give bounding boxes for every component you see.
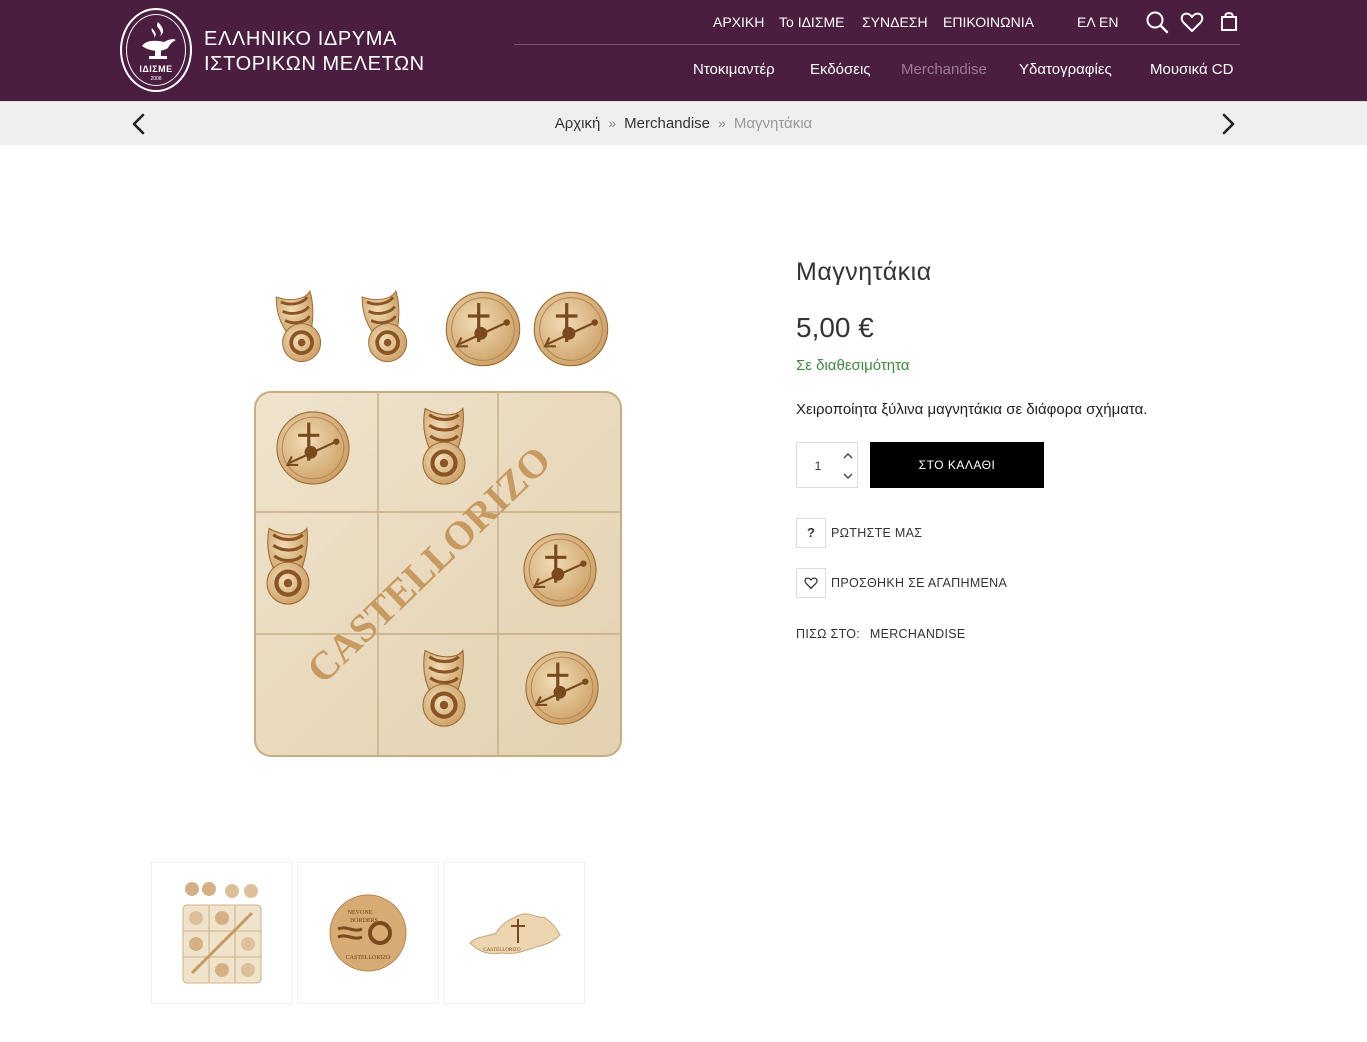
thumbnail-3[interactable]: CASTELLORIZO (443, 862, 585, 1004)
thumbnail-1[interactable] (151, 862, 293, 1004)
top-nav-contact[interactable]: ΕΠΙΚΟΙΝΩΝΙΑ (943, 14, 1034, 30)
breadcrumb-current: Μαγνητάκια (733, 115, 813, 132)
nav-merchandise[interactable]: Merchandise (901, 61, 987, 78)
nav-documentaries[interactable]: Ντοκιμαντέρ (693, 61, 775, 78)
thumbnail-board-image (182, 882, 262, 984)
thumbnail-island-magnet-image: CASTELLORIZO (469, 913, 561, 955)
back-label: ΠΙΣΩ ΣΤΟ: (796, 627, 861, 641)
breadcrumb-home[interactable]: Αρχική (555, 115, 601, 132)
lang-en[interactable]: EN (1099, 14, 1118, 30)
add-to-cart-button[interactable]: ΣΤΟ ΚΑΛΑΘΙ (870, 442, 1044, 488)
site-header: ΙΔΙΣΜΕ 2008 ΕΛΛΗΝΙΚΟ ΙΔΡΥΜΑ ΙΣΤΟΡΙΚΩΝ ΜΕ… (0, 0, 1367, 101)
stock-status: Σε διαθεσιμότητα (796, 357, 910, 374)
top-nav-login[interactable]: ΣΥΝΔΕΣΗ (862, 14, 928, 30)
product-main-image[interactable]: CASTELLORIZO (248, 270, 628, 762)
heart-icon[interactable] (1180, 10, 1204, 34)
nav-watercolors[interactable]: Υδατογραφίες (1019, 61, 1112, 78)
back-category-link[interactable]: MERCHANDISE (870, 627, 966, 641)
quantity-input[interactable]: 1 (797, 459, 839, 473)
nav-music-cd[interactable]: Μουσικά CD (1150, 61, 1233, 78)
breadcrumb-merchandise[interactable]: Merchandise (624, 115, 710, 132)
wishlist-heart-icon (796, 568, 826, 598)
breadcrumb-separator-icon: » (718, 115, 726, 131)
product-title: Μαγνητάκια (796, 258, 932, 286)
search-icon[interactable] (1145, 10, 1169, 34)
breadcrumb-separator-icon: » (608, 115, 617, 131)
ask-us-label: ΡΩΤΗΣΤΕ ΜΑΣ (831, 526, 923, 540)
chevron-down-icon[interactable] (841, 469, 855, 483)
lang-el[interactable]: ΕΛ (1077, 14, 1096, 30)
thumbnail-2-text-1: NEVONE (348, 910, 373, 916)
next-product-arrow-icon[interactable] (1218, 112, 1238, 136)
thumbnail-3-text: CASTELLORIZO (483, 948, 521, 953)
thumbnail-2-text-3: CASTELLORIZO (346, 955, 391, 961)
quantity-stepper[interactable]: 1 (796, 442, 858, 488)
product-price: 5,00 € (796, 312, 874, 343)
breadcrumb: Αρχική » Merchandise » Μαγνητάκια (0, 115, 1367, 132)
wishlist-label: ΠΡΟΣΘΗΚΗ ΣΕ ΑΓΑΠΗΜΕΝΑ (831, 576, 1008, 590)
chevron-up-icon[interactable] (841, 449, 855, 463)
top-nav-about[interactable]: Το ΙΔΙΣΜΕ (779, 14, 844, 30)
top-nav-home[interactable]: ΑΡΧΙΚΗ (713, 14, 764, 30)
breadcrumb-bar: Αρχική » Merchandise » Μαγνητάκια (0, 101, 1367, 145)
product-description: Χειροποίητα ξύλινα μαγνητάκια σε διάφορα… (796, 401, 1148, 418)
thumbnail-2[interactable]: NEVONE BORDERS CASTELLORIZO (297, 862, 439, 1004)
question-icon: ? (796, 518, 826, 548)
back-to-category: ΠΙΣΩ ΣΤΟ: MERCHANDISE (796, 627, 966, 641)
thumbnail-round-magnet-image: NEVONE BORDERS CASTELLORIZO (329, 894, 407, 972)
nav-publications[interactable]: Εκδόσεις (810, 61, 871, 78)
main-nav: Ντοκιμαντέρ Εκδόσεις Merchandise Υδατογρ… (0, 61, 1367, 81)
cart-icon[interactable] (1217, 10, 1241, 34)
header-divider (514, 44, 1240, 45)
